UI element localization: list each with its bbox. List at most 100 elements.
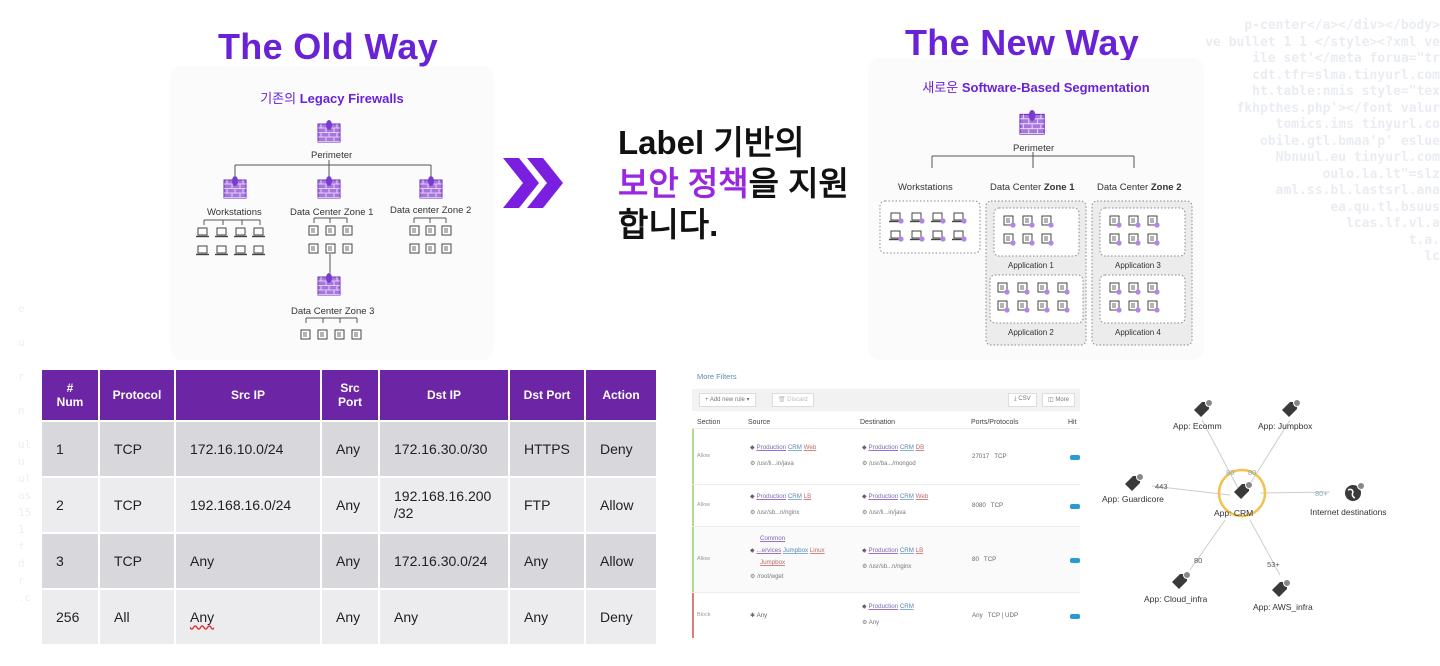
app-tag-icon[interactable] [1270, 578, 1292, 605]
agent-badge-icon [1135, 289, 1141, 295]
cell-src-port: Any [322, 534, 378, 588]
background-code-watermark: p-center</a></div></body> ve bullet 1 1 … [1205, 18, 1440, 264]
agent-badge-icon [940, 236, 946, 242]
node-label-ecomm[interactable]: App: Ecomm [1173, 421, 1222, 431]
policy-rule-row[interactable]: Block ✱ Any ◆ Production CRM ⚙ Any Any TCP … [692, 592, 1080, 638]
node-label-jumpbox[interactable]: App: Jumpbox [1258, 421, 1312, 431]
discard-label: Discard [787, 397, 808, 403]
tag-icon: ◆ [862, 547, 867, 554]
label-tag[interactable]: Web [916, 493, 929, 500]
label-tag[interactable]: Web [804, 444, 817, 451]
old-zone-label: Data Center Zone 1 [290, 207, 374, 218]
globe-icon[interactable] [1343, 481, 1365, 508]
ports-protocols: 27017 TCP [972, 453, 1007, 460]
column-source[interactable]: Source [748, 419, 770, 426]
csv-export-button[interactable]: ⤓ CSV [1008, 393, 1037, 407]
new-way-title: The New Way [905, 22, 1140, 63]
policy-rule-row[interactable]: Allow Common ◆ ...ervices Jumpbox Linux Ju… [692, 526, 1080, 592]
node-label-cloud-infra[interactable]: App: Cloud_infra [1144, 594, 1207, 604]
header-dst-ip: Dst IP [380, 370, 508, 420]
laptop-icon [216, 227, 227, 236]
label-tag[interactable]: Common [760, 535, 785, 542]
label-tag[interactable]: Linux [810, 547, 825, 554]
label-tag[interactable]: Production [869, 603, 899, 610]
policy-rule-row[interactable]: Allow ◆ Production CRM Web ⚙ /usr/li...in… [692, 428, 1080, 484]
label-tag[interactable]: Production [869, 444, 899, 451]
agent-badge-icon [961, 236, 967, 242]
hit-indicator [1070, 558, 1080, 563]
process-icon: ⚙ [862, 620, 868, 626]
more-filters-link[interactable]: More Filters [697, 372, 737, 381]
node-label-crm[interactable]: App: CRM [1214, 508, 1253, 518]
destination-tags: ◆ Production CRM DB [862, 444, 924, 451]
source-tags: ◆ Production CRM LB [750, 493, 811, 500]
column-hit[interactable]: Hit [1068, 419, 1077, 426]
label-tag[interactable]: CRM [788, 444, 802, 451]
label-tag[interactable]: LB [804, 493, 812, 500]
label-tag[interactable]: CRM [900, 493, 914, 500]
process-icon: ⚙ [750, 574, 756, 580]
more-label: More [1055, 397, 1070, 403]
server-icon [409, 225, 420, 236]
label-tag[interactable]: Jumpbox [760, 559, 785, 566]
header-num: # Num [42, 370, 98, 420]
center-line-2-rest: 을 지원 [748, 165, 849, 202]
firewall-icon [317, 176, 343, 199]
hit-indicator [1070, 455, 1080, 460]
agent-badge-icon [1004, 289, 1010, 295]
agent-badge-icon [1116, 222, 1122, 228]
label-tag[interactable]: Production [757, 444, 787, 451]
csv-label: CSV [1018, 396, 1031, 402]
node-label-guardicore[interactable]: App: Guardicore [1102, 494, 1164, 504]
process-path: /usr/sb...n/nginx [757, 510, 800, 516]
more-button[interactable]: ◫ More [1042, 393, 1076, 407]
server-icon [342, 243, 353, 254]
app-tag-icon[interactable] [1170, 570, 1192, 597]
agent-badge-icon [1135, 240, 1141, 246]
label-tag[interactable]: DB [916, 444, 925, 451]
discard-button[interactable]: 🗑 Discard [772, 393, 814, 407]
agent-badge-icon [1004, 307, 1010, 313]
cell-dst-ip: 172.16.30.0/30 [380, 422, 508, 476]
zone2-bold: Zone 2 [1150, 182, 1182, 193]
agent-badge-icon [1064, 289, 1070, 295]
destination-tags: ◆ Production CRM LB [862, 547, 923, 554]
node-label-internet[interactable]: Internet destinations [1310, 507, 1387, 517]
agent-badge-icon [898, 218, 904, 224]
label-tag[interactable]: CRM [900, 603, 914, 610]
application-box [993, 207, 1080, 257]
agent-badge-icon [898, 236, 904, 242]
firewall-icon [317, 273, 343, 296]
label-tag[interactable]: LB [916, 547, 924, 554]
new-perimeter-label: Perimeter [1013, 143, 1055, 154]
cell-num: 256 [42, 590, 98, 644]
destination-process: ⚙ Any [862, 619, 879, 626]
column-ports-protocols[interactable]: Ports/Protocols [971, 419, 1018, 426]
label-tag[interactable]: CRM [900, 444, 914, 451]
policy-rule-row[interactable]: Allow ◆ Production CRM LB ⚙ /usr/sb...n/n… [692, 484, 1080, 526]
column-section[interactable]: Section [697, 419, 720, 426]
firewall-rules-table: # Num Protocol Src IP Src Port Dst IP Dst … [40, 368, 658, 646]
app-tag-icon[interactable] [1232, 480, 1254, 507]
cell-src-ip: 192.168.16.0/24 [176, 478, 320, 532]
label-tag[interactable]: Production [869, 547, 899, 554]
policy-rules-panel: More Filters + Add new rule ▾ 🗑 Discard … [690, 366, 1080, 638]
node-label-aws-infra[interactable]: App: AWS_infra [1253, 602, 1313, 612]
label-tag[interactable]: Jumpbox [783, 547, 808, 554]
rule-status-bar [692, 429, 694, 484]
label-tag[interactable]: CRM [788, 493, 802, 500]
label-tag[interactable]: CRM [900, 547, 914, 554]
column-destination[interactable]: Destination [860, 419, 895, 426]
new-way-diagram [879, 110, 1193, 346]
old-way-title: The Old Way [218, 26, 438, 67]
label-tag[interactable]: ...ervices [757, 547, 782, 554]
agent-badge-icon [1116, 289, 1122, 295]
ports-protocols: 8080 TCP [972, 502, 1004, 509]
label-tag[interactable]: Production [757, 493, 787, 500]
label-tag[interactable]: Production [869, 493, 899, 500]
add-new-rule-button[interactable]: + Add new rule ▾ [699, 393, 756, 407]
server-icon [409, 243, 420, 254]
destination-process: ⚙ /usr/li...in/java [862, 509, 906, 516]
agent-badge-icon [919, 218, 925, 224]
agent-badge-icon [1044, 307, 1050, 313]
